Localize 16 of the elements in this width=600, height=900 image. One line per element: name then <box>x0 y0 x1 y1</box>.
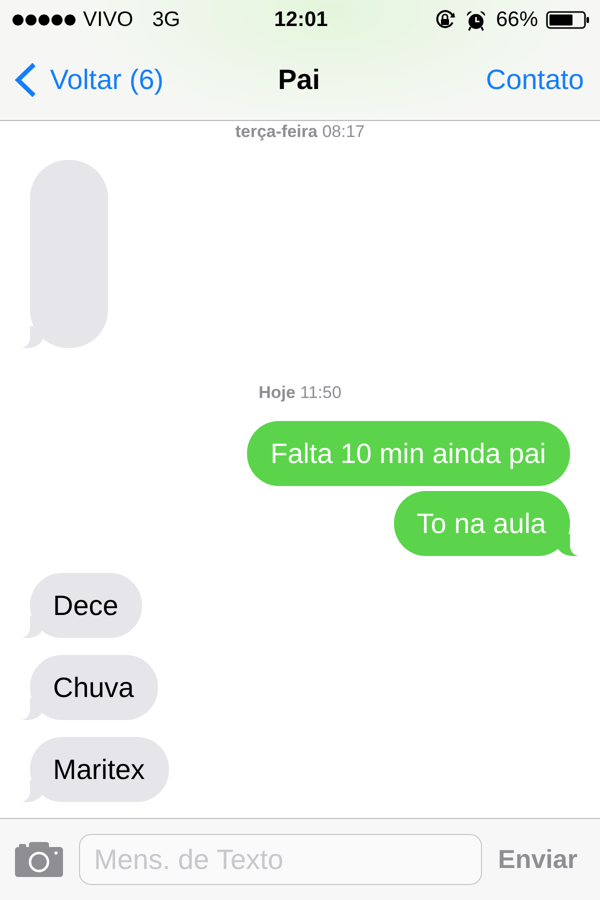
camera-icon[interactable] <box>15 842 63 877</box>
back-button[interactable]: Voltar (6) <box>14 62 164 98</box>
signal-strength-icon <box>12 14 76 26</box>
message-bubble: Falta 10 min ainda pai <box>247 421 570 486</box>
contact-button[interactable]: Contato <box>486 64 584 96</box>
battery-percentage: 66% <box>496 8 538 32</box>
clock-time: 12:01 <box>274 8 328 32</box>
battery-icon <box>546 11 590 29</box>
carrier-label: VIVO <box>83 8 134 32</box>
timestamp: Hoje 11:50 <box>258 383 342 403</box>
network-label: 3G <box>152 8 180 32</box>
alarm-clock-icon <box>466 10 486 30</box>
rotation-lock-icon <box>434 9 456 31</box>
timestamp: terça-feira 08:17 <box>235 122 365 142</box>
conversation-title: Pai <box>278 64 320 96</box>
back-icon <box>14 62 38 98</box>
